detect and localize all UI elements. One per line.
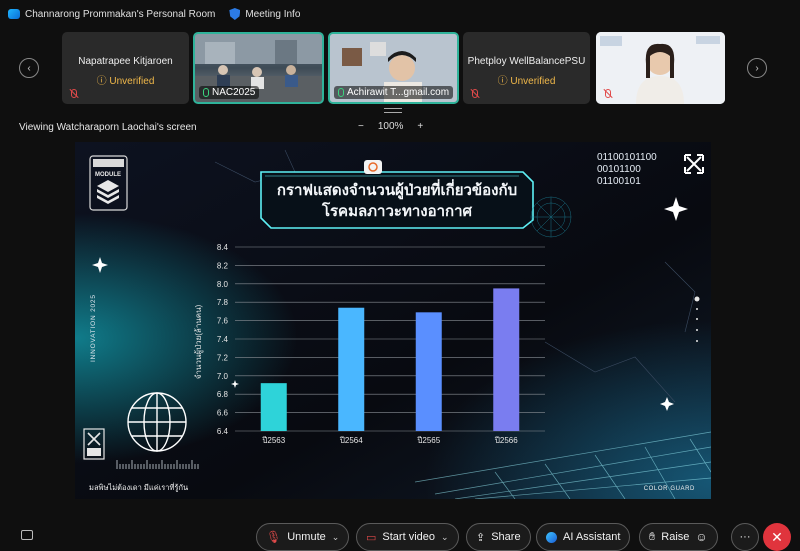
y-tick-label: 6.4 <box>217 427 229 436</box>
reactions-icon[interactable]: ☺ <box>695 530 707 544</box>
close-icon: ✕ <box>771 528 783 545</box>
mic-muted-icon <box>469 89 479 99</box>
participant-label: Achirawit T...gmail.com <box>334 86 454 99</box>
scroll-left-button[interactable]: ‹ <box>19 58 39 78</box>
participant-tile[interactable]: Phetploy WellBalancePSU ⓘ Unverified <box>463 32 590 104</box>
y-axis-label: จำนวนผู้ป่วย(ล้านคน) <box>194 304 204 379</box>
slide-title-line1: กราฟแสดงจำนวนผู้ป่วยที่เกี่ยวข้องกับ <box>277 179 517 200</box>
start-video-button[interactable]: ▭ Start video ⌄ <box>356 523 459 551</box>
chevron-left-icon: ‹ <box>27 62 31 74</box>
ai-assistant-icon <box>546 531 557 543</box>
participant-name: Achirawit T...gmail.com <box>347 87 450 98</box>
zoom-controls: − 100% + <box>358 121 423 132</box>
meeting-info-button[interactable]: Meeting Info <box>229 8 300 20</box>
mesh-decoration <box>530 196 572 238</box>
participant-tile[interactable]: Napatrapee Kitjaroen ⓘ Unverified <box>62 32 189 104</box>
start-video-label: Start video <box>382 531 435 543</box>
zoom-in-button[interactable]: + <box>417 121 423 132</box>
y-tick-label: 7.6 <box>217 317 229 326</box>
captions-icon[interactable] <box>21 530 33 540</box>
y-tick-label: 7.0 <box>217 372 229 381</box>
chart-bar <box>415 312 442 431</box>
mic-muted-icon: 🎙︎ <box>266 530 282 544</box>
raise-hand-button[interactable]: ✋︎ Raise ☺ <box>639 523 718 551</box>
y-tick-label: 6.6 <box>217 409 229 418</box>
zoom-out-button[interactable]: − <box>358 121 364 132</box>
y-tick-label: 7.2 <box>217 353 229 362</box>
y-tick-label: 8.0 <box>217 280 229 289</box>
room-name: Channarong Prommakan's Personal Room <box>25 8 216 20</box>
resize-handle[interactable] <box>384 108 402 113</box>
shield-icon <box>229 8 241 20</box>
share-label: Share <box>491 531 521 543</box>
scroll-right-button[interactable]: › <box>747 58 767 78</box>
y-tick-label: 6.8 <box>217 390 229 399</box>
mic-muted-icon <box>602 89 612 99</box>
svg-text:01100101100: 01100101100 <box>597 152 657 163</box>
participant-name: NAC2025 <box>212 87 256 98</box>
participant-strip: ‹ Napatrapee Kitjaroen ⓘ Unverified NAC2… <box>0 30 800 106</box>
webex-logo-icon <box>8 9 20 19</box>
participant-tile[interactable]: Achirawit T...gmail.com <box>328 32 459 104</box>
meeting-info-label: Meeting Info <box>245 8 301 20</box>
share-bar: Viewing Watcharaporn Laochai's screen − … <box>0 118 800 138</box>
warning-icon: ⓘ <box>96 76 110 87</box>
unmute-button[interactable]: 🎙︎ Unmute ⌄ <box>256 523 350 551</box>
warning-icon: ⓘ <box>497 76 511 87</box>
raise-label: Raise <box>661 531 690 543</box>
unmute-label: Unmute <box>287 531 326 543</box>
share-button[interactable]: ⇪ Share <box>466 523 531 551</box>
share-title: Viewing Watcharaporn Laochai's screen <box>19 122 197 133</box>
chevron-right-icon: › <box>755 62 759 74</box>
chart-bar <box>338 307 365 431</box>
globe-icon <box>127 392 187 452</box>
participant-tile[interactable]: NAC2025 <box>193 32 324 104</box>
side-text: INNOVATION 2025 <box>90 294 97 362</box>
unverified-badge: ⓘ Unverified <box>96 76 155 87</box>
slide: MODULE INNOVATION 2025 01100101100 00101… <box>75 142 711 499</box>
chart-bar <box>493 288 520 431</box>
slide-footer-right: COLOR GUARD <box>644 486 695 492</box>
participant-tile[interactable] <box>596 32 725 104</box>
more-icon: ··· <box>739 531 751 543</box>
x-tick-label: ปี2563 <box>262 436 286 445</box>
shared-screen: MODULE INNOVATION 2025 01100101100 00101… <box>75 142 711 499</box>
mic-muted-icon <box>68 89 78 99</box>
mic-on-icon <box>338 88 344 97</box>
svg-text:00101100: 00101100 <box>597 164 641 175</box>
participant-label: NAC2025 <box>199 86 260 99</box>
y-tick-label: 8.4 <box>217 243 229 252</box>
mic-on-icon <box>203 88 209 97</box>
x-tick-label: ปี2564 <box>339 436 363 445</box>
participant-name: Phetploy WellBalancePSU <box>467 56 586 67</box>
module-label: MODULE <box>95 172 121 178</box>
more-options-button[interactable]: ··· <box>731 523 759 551</box>
svg-text:01100101: 01100101 <box>597 176 641 187</box>
hand-icon: ✋︎ <box>649 530 656 543</box>
video-off-icon: ▭ <box>366 531 377 544</box>
chevron-down-icon[interactable]: ⌄ <box>441 532 449 543</box>
share-icon: ⇪ <box>476 531 486 544</box>
slide-title-line2: โรคมลภาวะทางอากาศ <box>321 201 473 220</box>
chevron-down-icon[interactable]: ⌄ <box>332 532 340 543</box>
x-tick-label: ปี2565 <box>417 436 441 445</box>
leave-meeting-button[interactable]: ✕ <box>763 523 791 551</box>
participant-video <box>596 32 725 104</box>
slide-footer-left: มลพิษไม่ต้องเดา มีแค่เราที่รู้กัน <box>89 482 188 492</box>
y-tick-label: 7.8 <box>217 298 229 307</box>
meeting-toolbar: 🎙︎ Unmute ⌄ ▭ Start video ⌄ ⇪ Share AI A… <box>0 518 800 551</box>
y-tick-label: 7.4 <box>217 335 229 344</box>
top-bar: Channarong Prommakan's Personal Room Mee… <box>0 0 800 28</box>
unverified-badge: ⓘ Unverified <box>497 76 556 87</box>
y-tick-label: 8.2 <box>217 261 229 270</box>
room-title[interactable]: Channarong Prommakan's Personal Room <box>8 9 215 20</box>
ai-assistant-label: AI Assistant <box>563 531 621 543</box>
zoom-level: 100% <box>377 121 404 132</box>
participant-name: Napatrapee Kitjaroen <box>78 56 173 67</box>
ai-assistant-button[interactable]: AI Assistant <box>536 523 631 551</box>
chart-bar <box>260 383 287 431</box>
x-tick-label: ปี2566 <box>494 436 518 445</box>
